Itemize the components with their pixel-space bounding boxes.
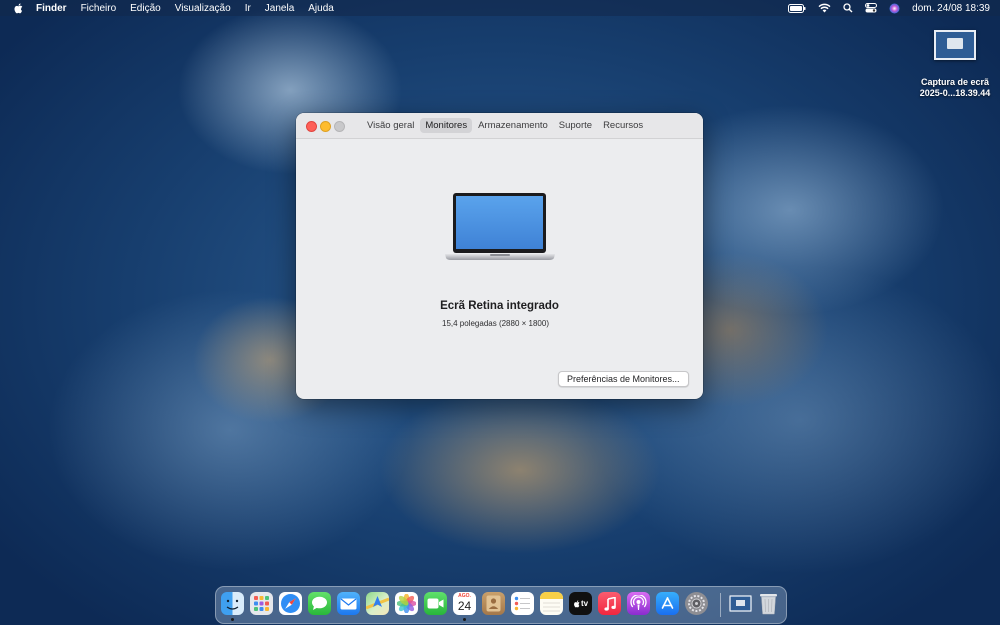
spotlight-search-icon[interactable] — [843, 3, 853, 13]
dock-podcasts-icon[interactable] — [627, 592, 650, 615]
siri-icon[interactable] — [889, 3, 900, 14]
apple-tv-label: tv — [580, 599, 589, 608]
dock-notes-icon[interactable] — [540, 592, 563, 615]
dock: AGO. 24 tv — [215, 586, 787, 624]
dock-safari-icon[interactable] — [279, 592, 302, 615]
dock-maps-icon[interactable] — [366, 592, 389, 615]
dock-facetime-icon[interactable] — [424, 592, 447, 615]
window-tabs: Visão geral Monitores Armazenamento Supo… — [362, 118, 649, 133]
menu-ficheiro[interactable]: Ficheiro — [81, 3, 117, 14]
tab-monitores[interactable]: Monitores — [420, 118, 473, 133]
dock-mail-icon[interactable] — [337, 592, 360, 615]
dock-system-preferences-icon[interactable] — [685, 592, 708, 615]
calendar-day: 24 — [457, 599, 472, 613]
dock-trash-icon[interactable] — [757, 592, 780, 615]
close-window-button[interactable] — [306, 121, 317, 132]
menu-edicao[interactable]: Edição — [130, 3, 161, 14]
dock-launchpad-icon[interactable] — [250, 592, 273, 615]
desktop-icon-label: Captura de ecrã 2025-0...18.39.44 — [914, 77, 996, 99]
menu-bar: Finder Ficheiro Edição Visualização Ir J… — [0, 0, 1000, 16]
display-name: Ecrã Retina integrado — [440, 300, 559, 312]
dock-app-store-icon[interactable] — [656, 592, 679, 615]
dock-messages-icon[interactable] — [308, 592, 331, 615]
laptop-display-icon — [443, 193, 557, 263]
dock-reminders-icon[interactable] — [511, 592, 534, 615]
desktop-icon-label-line1: Captura de ecrã — [920, 77, 990, 87]
tab-recursos[interactable]: Recursos — [598, 118, 648, 133]
zoom-window-button[interactable] — [334, 121, 345, 132]
tab-visao-geral[interactable]: Visão geral — [362, 118, 419, 133]
dock-photos-icon[interactable] — [395, 592, 418, 615]
menu-app-name[interactable]: Finder — [36, 3, 67, 14]
desktop-icon-label-line2: 2025-0...18.39.44 — [919, 88, 991, 98]
dock-calendar-running-indicator — [463, 618, 466, 621]
dock-calendar-icon[interactable]: AGO. 24 — [453, 592, 476, 615]
apple-menu-icon[interactable] — [13, 3, 23, 14]
menu-visualizacao[interactable]: Visualização — [175, 3, 231, 14]
menu-ir[interactable]: Ir — [245, 3, 251, 14]
menu-clock[interactable]: dom. 24/08 18:39 — [912, 3, 990, 14]
dock-contacts-icon[interactable] — [482, 592, 505, 615]
display-size: 15,4 polegadas (2880 × 1800) — [442, 319, 549, 328]
tab-suporte[interactable]: Suporte — [554, 118, 597, 133]
dock-music-icon[interactable] — [598, 592, 621, 615]
dock-screenshot-file-icon[interactable] — [729, 592, 752, 615]
wifi-icon[interactable] — [818, 3, 831, 13]
dock-finder-running-indicator — [231, 618, 234, 621]
dock-finder-icon[interactable] — [221, 592, 244, 615]
display-preferences-button[interactable]: Preferências de Monitores... — [558, 371, 689, 387]
control-center-icon[interactable] — [865, 3, 878, 13]
window-titlebar[interactable]: Visão geral Monitores Armazenamento Supo… — [296, 113, 703, 139]
about-this-mac-window: Visão geral Monitores Armazenamento Supo… — [296, 113, 703, 399]
minimize-window-button[interactable] — [320, 121, 331, 132]
battery-icon[interactable] — [788, 3, 806, 13]
menu-ajuda[interactable]: Ajuda — [308, 3, 334, 14]
desktop-screenshot-file[interactable]: Captura de ecrã 2025-0...18.39.44 — [914, 30, 996, 99]
screenshot-thumbnail-icon — [934, 30, 976, 60]
tab-armazenamento[interactable]: Armazenamento — [473, 118, 553, 133]
dock-apple-tv-icon[interactable]: tv — [569, 592, 592, 615]
dock-separator — [720, 593, 721, 617]
menu-janela[interactable]: Janela — [265, 3, 294, 14]
